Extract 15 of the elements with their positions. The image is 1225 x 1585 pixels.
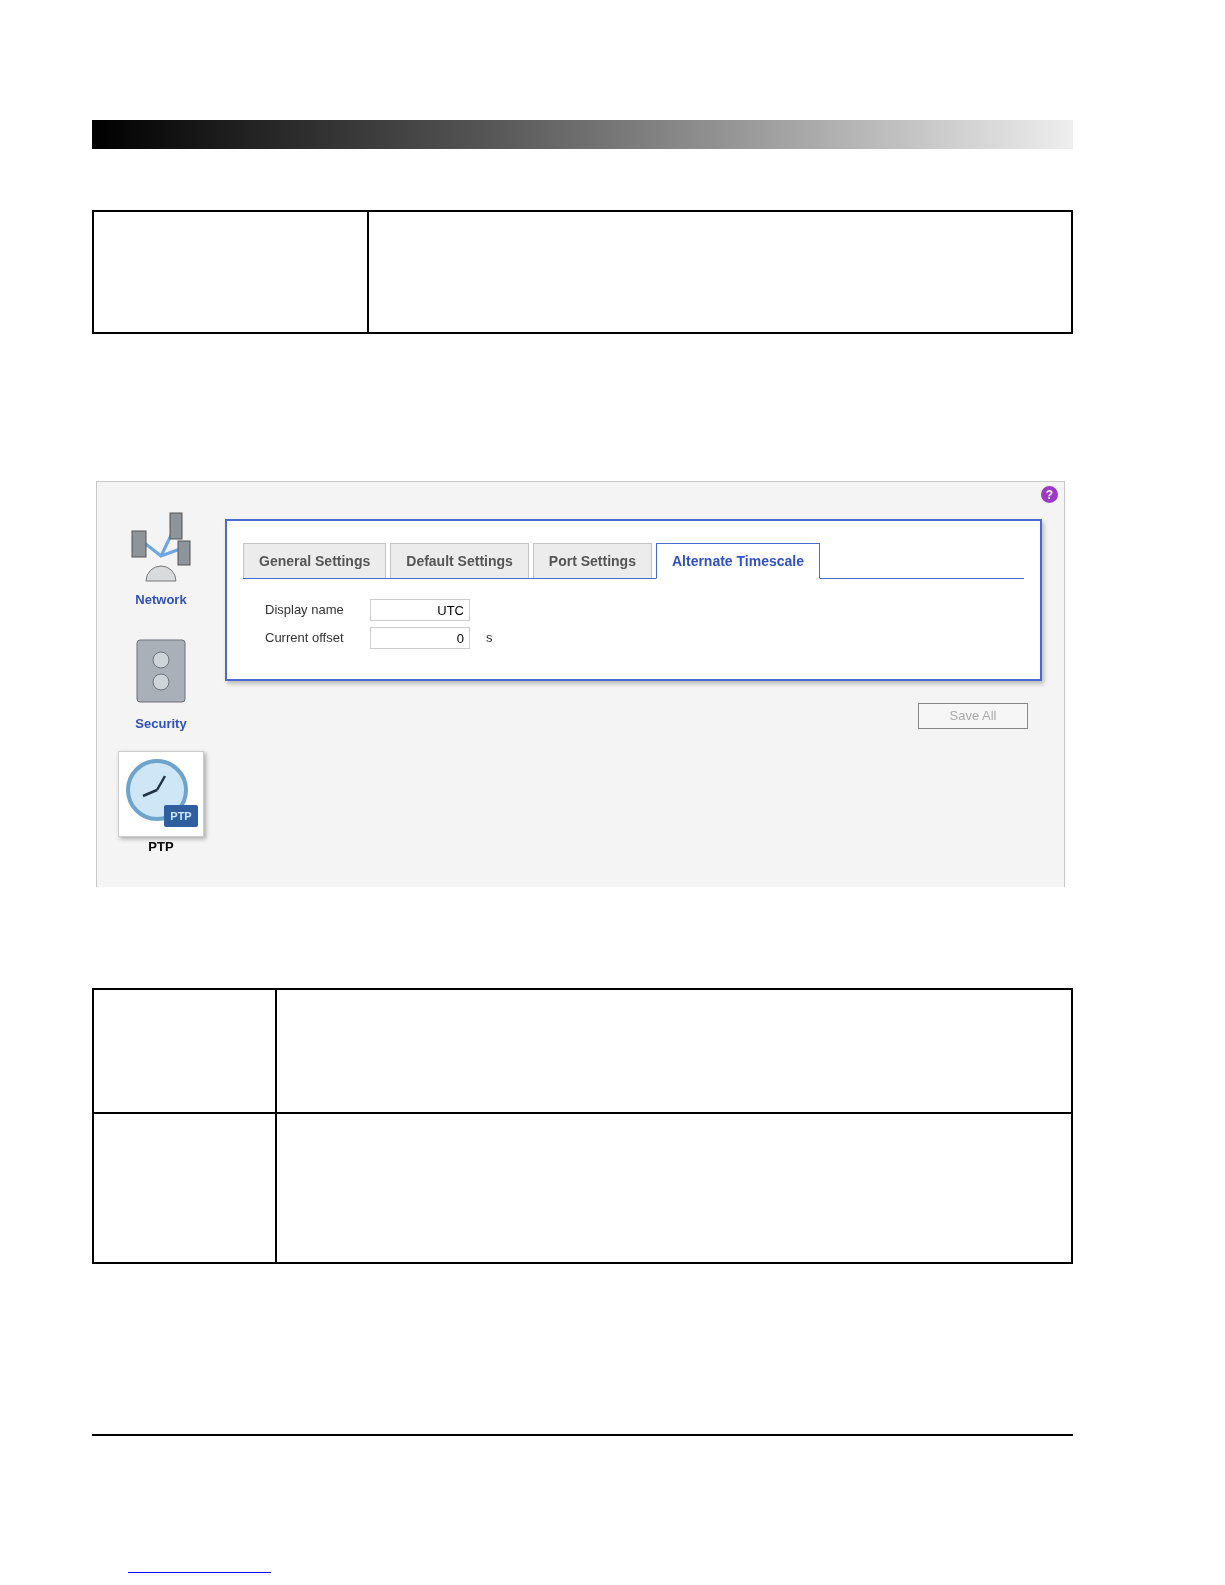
tab[interactable]: Port Settings [532, 543, 652, 578]
sidebar-item[interactable]: Network [118, 504, 204, 610]
tab[interactable]: Alternate Timescale [655, 543, 820, 579]
sidebar-item[interactable]: Security [118, 627, 204, 733]
input-field[interactable]: UTC [370, 599, 470, 621]
safe-icon [135, 637, 187, 704]
help-icon[interactable]: ? [1041, 486, 1058, 503]
unit-label: s [486, 629, 493, 648]
server-network-icon [128, 511, 194, 583]
tab[interactable]: Default Settings [390, 543, 529, 578]
tab[interactable]: General Settings [243, 543, 387, 578]
icon-badge: PTP [164, 805, 198, 827]
field-label: Current offset [265, 629, 345, 648]
input-field[interactable]: 0 [370, 627, 470, 649]
field-label: Display name [265, 601, 345, 620]
